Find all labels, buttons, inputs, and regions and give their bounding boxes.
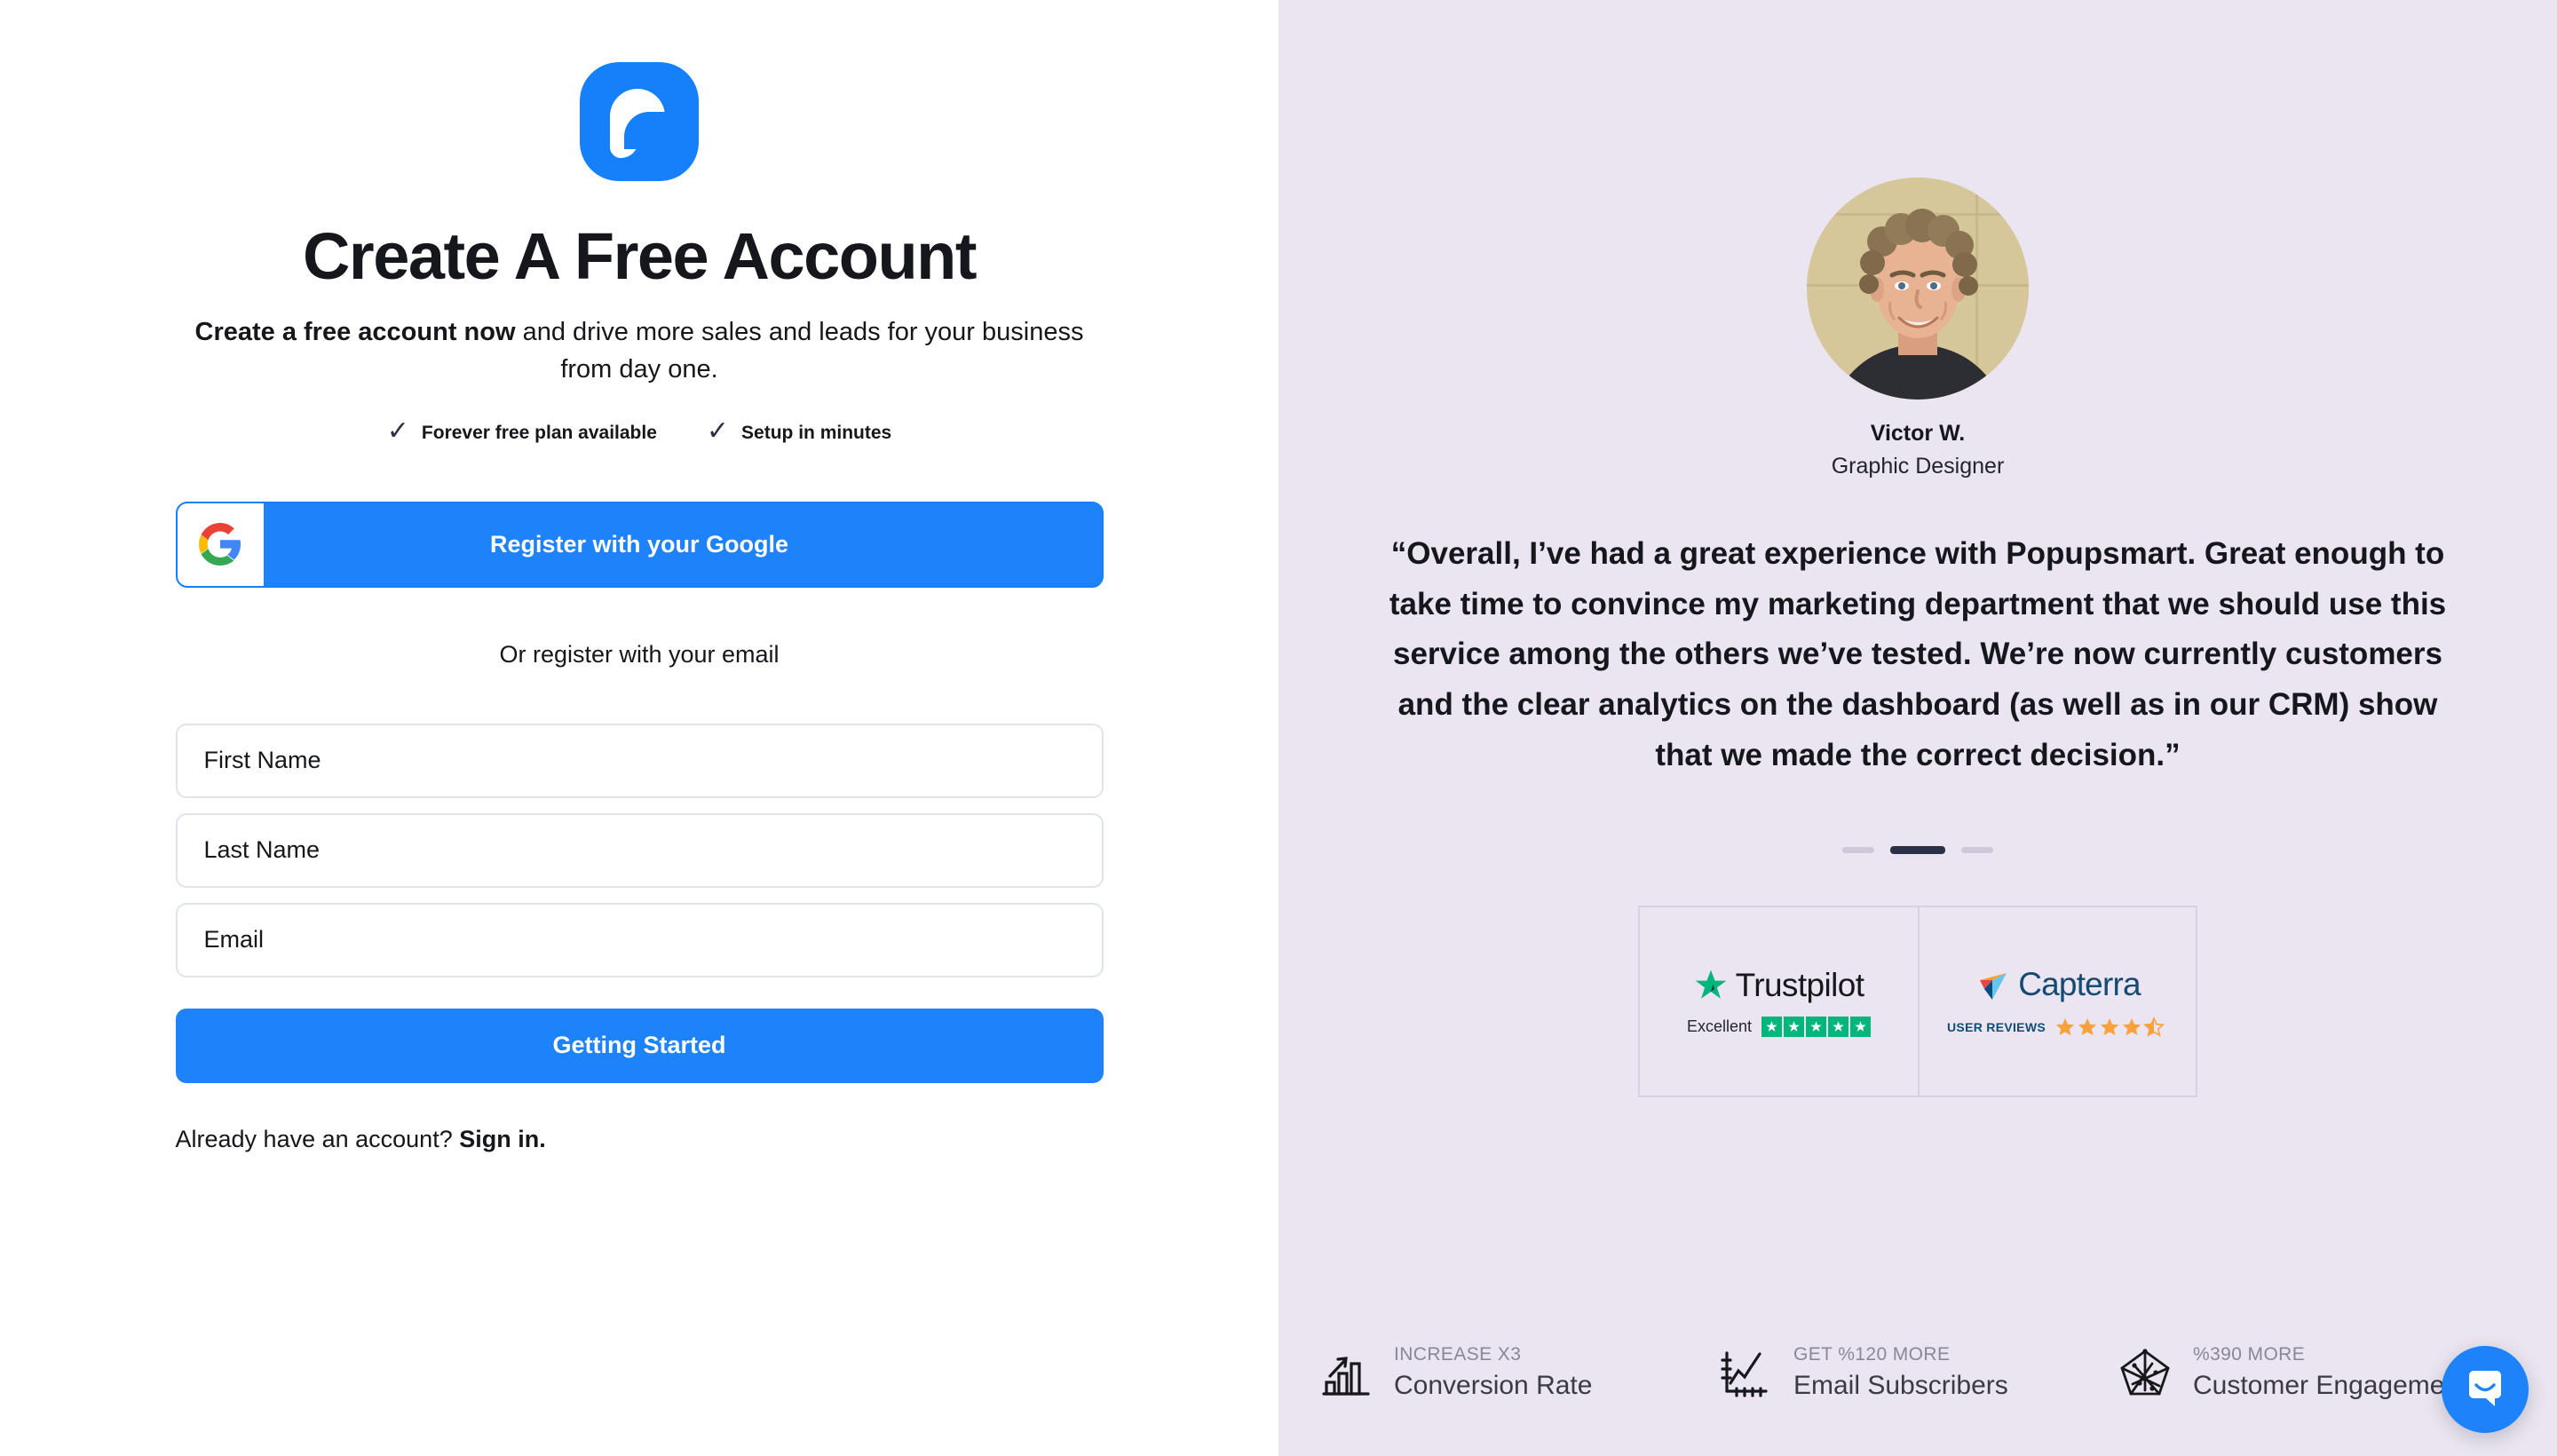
capterra-logo: Capterra <box>1975 966 2141 1003</box>
capterra-rating: USER REVIEWS <box>1947 1016 2168 1038</box>
review-badges: Trustpilot Excellent Capterra USER REVIE… <box>1638 906 2197 1098</box>
testimonial-quote: “Overall, I’ve had a great experience wi… <box>1389 536 2447 772</box>
trustpilot-rating: Excellent <box>1686 1016 1872 1037</box>
stat-kicker: GET %120 MORE <box>1793 1344 1951 1365</box>
stat-label: Customer Engagement <box>2193 1371 2467 1400</box>
bar-chart-up-icon <box>1322 1357 1370 1396</box>
email-input[interactable] <box>175 902 1104 977</box>
perk-label: Forever free plan available <box>421 422 657 443</box>
capterra-rating-label: USER REVIEWS <box>1947 1019 2046 1034</box>
carousel-dot-3[interactable] <box>1961 847 1993 854</box>
stat-conversion-rate: INCREASE X3 Conversion Rate <box>1318 1344 1717 1401</box>
star-filled-icon <box>1850 1016 1872 1037</box>
chat-launcher-button[interactable] <box>2442 1346 2529 1433</box>
capterra-stars <box>2055 1016 2165 1037</box>
check-icon: ✓ <box>706 415 730 446</box>
check-icon: ✓ <box>386 415 409 446</box>
sign-in-link[interactable]: Sign in. <box>459 1126 546 1152</box>
reviewer-avatar <box>1807 178 2029 400</box>
stat-label: Conversion Rate <box>1394 1371 1593 1400</box>
signup-form: Getting Started <box>175 723 1104 1083</box>
subtitle-bold-part: Create a free account now <box>194 318 516 347</box>
signin-prompt-row: Already have an account? Sign in. <box>176 1126 1104 1153</box>
capterra-plane-icon <box>1980 972 2007 1000</box>
subtitle-rest-part: and drive more sales and leads for your … <box>515 318 1084 384</box>
trustpilot-logo: Trustpilot <box>1694 967 1864 1004</box>
capterra-wordmark: Capterra <box>2018 965 2141 1002</box>
trustpilot-stars <box>1761 1016 1872 1037</box>
perk-item-forever-free: ✓ Forever free plan available <box>386 415 657 447</box>
stats-row: INCREASE X3 Conversion Rate GET %120 MOR… <box>1278 1344 2557 1401</box>
star-filled-icon <box>1828 1016 1849 1037</box>
page-subtitle: Create a free account now and drive more… <box>186 314 1092 387</box>
page-title: Create A Free Account <box>302 219 978 293</box>
stat-kicker: INCREASE X3 <box>1394 1344 1522 1365</box>
reviewer-role: Graphic Designer <box>1831 454 2005 479</box>
first-name-input[interactable] <box>175 723 1104 798</box>
perks-list: ✓ Forever free plan available ✓ Setup in… <box>386 415 892 447</box>
google-g-icon <box>177 502 264 586</box>
reviewer-name: Victor W. <box>1870 421 1966 446</box>
google-button-label: Register with your Google <box>489 530 789 558</box>
radar-chart-icon <box>2120 1349 2170 1396</box>
trustpilot-wordmark: Trustpilot <box>1735 966 1864 1003</box>
trustpilot-rating-label: Excellent <box>1686 1017 1753 1035</box>
perk-item-setup-minutes: ✓ Setup in minutes <box>706 415 892 447</box>
getting-started-button[interactable]: Getting Started <box>175 1008 1104 1083</box>
signin-prompt-text: Already have an account? <box>175 1125 460 1152</box>
testimonial-carousel-dots <box>1842 846 1993 855</box>
email-divider-text: Or register with your email <box>499 640 780 668</box>
carousel-dot-1[interactable] <box>1842 847 1874 854</box>
carousel-dot-2-active[interactable] <box>1890 846 1945 855</box>
chat-bubble-icon <box>2469 1371 2501 1406</box>
trustpilot-badge[interactable]: Trustpilot Excellent <box>1640 907 1918 1096</box>
perk-label: Setup in minutes <box>741 422 892 443</box>
signup-page: Create A Free Account Create a free acco… <box>0 0 2557 1456</box>
star-filled-icon <box>1784 1016 1805 1037</box>
trustpilot-star-icon <box>1695 969 1727 999</box>
register-with-google-button[interactable]: Register with your Google <box>175 501 1104 588</box>
stat-kicker: %390 MORE <box>2193 1344 2306 1365</box>
capterra-badge[interactable]: Capterra USER REVIEWS <box>1918 907 2196 1096</box>
last-name-input[interactable] <box>175 812 1104 888</box>
popupsmart-logo-icon <box>580 62 699 181</box>
stat-label: Email Subscribers <box>1793 1371 2008 1400</box>
star-filled-icon <box>1761 1016 1783 1037</box>
star-filled-icon <box>1806 1016 1827 1037</box>
line-chart-icon <box>1721 1351 1768 1397</box>
stat-email-subscribers: GET %120 MORE Email Subscribers <box>1717 1344 2117 1401</box>
signup-panel: Create A Free Account Create a free acco… <box>0 0 1278 1456</box>
testimonial-panel: Victor W. Graphic Designer “Overall, I’v… <box>1278 0 2557 1456</box>
